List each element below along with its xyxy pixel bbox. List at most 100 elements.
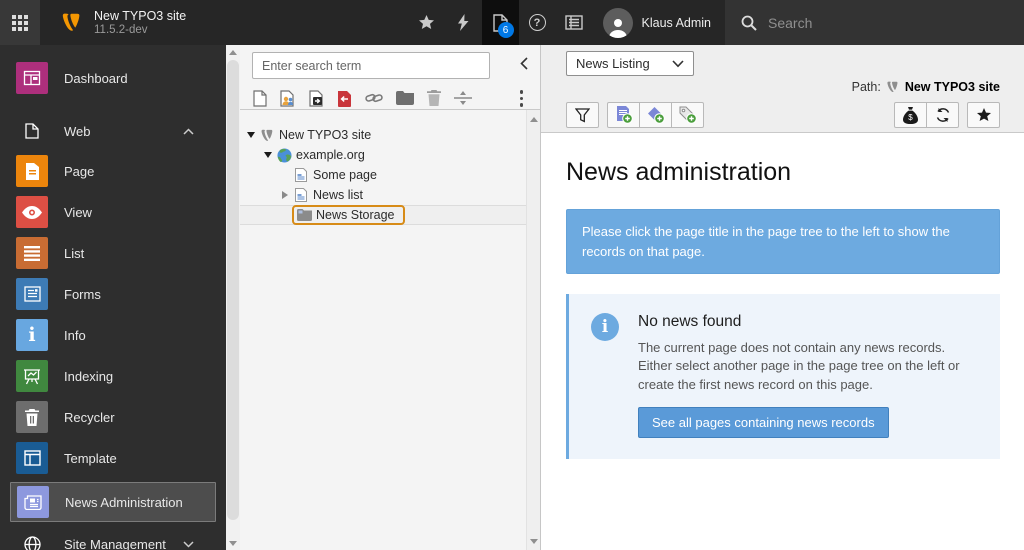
new-record-button-group (607, 102, 704, 128)
newspaper-icon (17, 486, 49, 518)
tree-node-label: News list (310, 188, 363, 202)
typo3-logo-icon (60, 11, 84, 34)
donate-button[interactable]: $ (894, 102, 927, 128)
help-button[interactable]: ? (519, 0, 556, 45)
sidebar-item-page[interactable]: Page (16, 155, 210, 187)
clear-cache-button[interactable] (445, 0, 482, 45)
tree-node-news-storage[interactable]: News Storage (240, 205, 526, 225)
view-mode-select[interactable]: News Listing (566, 51, 694, 76)
tree-node-root[interactable]: New TYPO3 site (240, 125, 526, 145)
star-filled-icon (976, 108, 992, 123)
typo3-record-icon (886, 80, 900, 94)
grid-icon (12, 15, 28, 31)
link-icon[interactable] (365, 92, 383, 104)
sidebar-section-site-management[interactable]: Site Management (16, 534, 210, 550)
tree-divider (240, 109, 540, 110)
expand-arrow-icon[interactable] (278, 191, 292, 199)
sidebar-item-forms[interactable]: Forms (16, 278, 210, 310)
svg-text:$: $ (908, 113, 913, 122)
chevron-down-icon (672, 60, 684, 68)
sidebar-item-label: Info (64, 328, 86, 343)
sidebar-item-recycler[interactable]: Recycler (16, 401, 210, 433)
tree-node-news-list[interactable]: News list (240, 185, 526, 205)
page-module-icon (16, 155, 48, 187)
scroll-down-arrow-icon[interactable] (527, 534, 541, 548)
doc-header: News Listing Path: New TYPO3 site (541, 45, 1024, 133)
refresh-button[interactable] (926, 102, 959, 128)
new-page-users-icon[interactable] (280, 90, 296, 107)
expand-arrow-icon[interactable] (244, 132, 258, 138)
new-news-record-button[interactable] (607, 102, 640, 128)
spacer-divider-icon[interactable] (454, 91, 472, 105)
globe-outline-icon (16, 536, 48, 550)
eye-icon (16, 196, 48, 228)
sidebar-item-indexing[interactable]: Indexing (16, 360, 210, 392)
trash-icon[interactable] (427, 90, 441, 106)
tree-node-site[interactable]: example.org (240, 145, 526, 165)
sidebar-item-label: Template (64, 451, 117, 466)
tree-search-input[interactable] (252, 52, 490, 79)
scrollbar-thumb[interactable] (227, 60, 239, 520)
bookmarks-button[interactable] (408, 0, 445, 45)
tag-plus-icon (679, 106, 697, 124)
expand-arrow-icon[interactable] (261, 152, 275, 158)
system-information-button[interactable] (556, 0, 593, 45)
topbar-spacer (196, 0, 407, 45)
tree-node-some-page[interactable]: Some page (240, 165, 526, 185)
page-icon (292, 168, 310, 182)
docheader-buttons-left (566, 102, 704, 128)
sidebar-item-news-administration[interactable]: News Administration (10, 482, 216, 522)
callout-title: No news found (638, 313, 976, 331)
module-menu: Dashboard Web Page View List Forms (0, 45, 226, 550)
star-icon (418, 15, 435, 31)
module-menu-scrollbar[interactable] (226, 45, 240, 550)
new-page-toolbar (253, 86, 472, 110)
money-bag-icon: $ (903, 107, 918, 124)
new-tag-button[interactable] (671, 102, 704, 128)
new-link-page-icon[interactable] (337, 90, 352, 107)
avatar (603, 8, 633, 38)
sidebar-item-template[interactable]: Template (16, 442, 210, 474)
chevron-up-icon (183, 128, 194, 135)
collapse-tree-icon[interactable] (520, 57, 528, 70)
sidebar-item-label: View (64, 205, 92, 220)
site-brand[interactable]: New TYPO3 site 11.5.2-dev (40, 0, 196, 45)
sidebar-item-dashboard[interactable]: Dashboard (16, 62, 210, 94)
sidebar-section-web[interactable]: Web (16, 121, 210, 141)
typo3-root-icon (258, 128, 276, 143)
sidebar-item-info[interactable]: i Info (16, 319, 210, 351)
opened-documents-button[interactable]: 6 (482, 0, 519, 45)
tree-more-menu-icon[interactable] (520, 90, 524, 107)
sidebar-item-label: Indexing (64, 369, 113, 384)
sidebar-item-view[interactable]: View (16, 196, 210, 228)
new-category-button[interactable] (639, 102, 672, 128)
sidebar-section-label: Site Management (64, 537, 166, 550)
page-title: News administration (566, 158, 1000, 187)
page-tree-scrollbar[interactable] (526, 110, 540, 550)
user-menu-button[interactable]: Klaus Admin (593, 0, 725, 45)
scroll-up-arrow-icon[interactable] (527, 112, 541, 126)
application-grid-button[interactable] (0, 0, 40, 45)
new-page-icon[interactable] (253, 90, 267, 107)
sidebar-item-label: Page (64, 164, 94, 179)
see-all-pages-button[interactable]: See all pages containing news records (638, 407, 889, 438)
selected-node-outline: News Storage (292, 205, 405, 225)
site-title: New TYPO3 site (94, 9, 186, 24)
search-input[interactable] (768, 15, 968, 31)
system-list-icon (565, 15, 583, 30)
content-area: News Listing Path: New TYPO3 site (540, 45, 1024, 550)
bookmark-button[interactable] (967, 102, 1000, 128)
tree-node-label: example.org (293, 148, 365, 162)
scroll-down-arrow-icon[interactable] (226, 536, 240, 550)
new-shortcut-page-icon[interactable] (309, 90, 324, 107)
filter-button[interactable] (566, 102, 599, 128)
path-value: New TYPO3 site (905, 80, 1000, 94)
site-version: 11.5.2-dev (94, 24, 186, 37)
view-mode-value: News Listing (576, 56, 650, 71)
sidebar-item-list[interactable]: List (16, 237, 210, 269)
module-body: News administration Please click the pag… (541, 133, 1024, 459)
folder-icon[interactable] (396, 91, 414, 105)
category-plus-icon (647, 106, 665, 124)
topbar-search (725, 0, 1024, 45)
scroll-up-arrow-icon[interactable] (226, 45, 240, 59)
